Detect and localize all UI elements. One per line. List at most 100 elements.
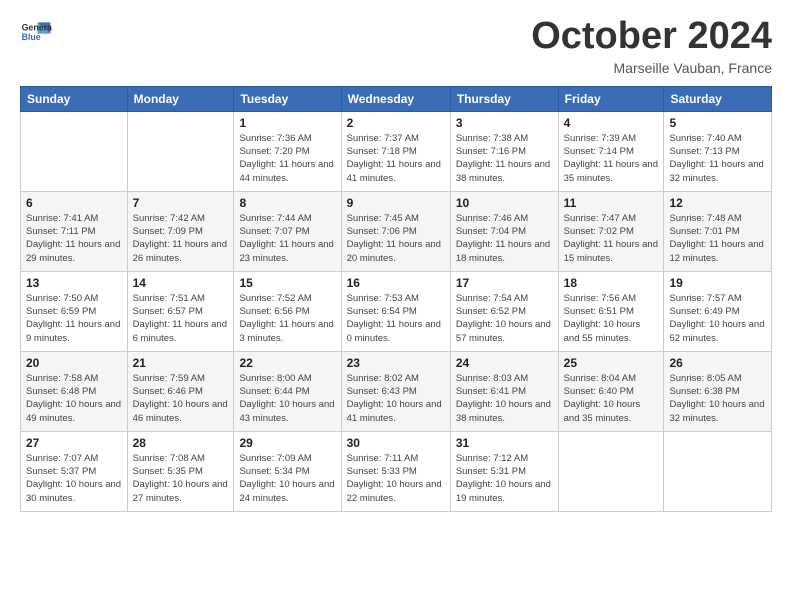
daylight: Daylight: 10 hours and 32 minutes. — [669, 399, 764, 423]
day-info: Sunrise: 7:37 AMSunset: 7:18 PMDaylight:… — [347, 132, 445, 185]
sunrise: Sunrise: 7:36 AM — [239, 133, 311, 144]
sunrise: Sunrise: 7:56 AM — [564, 293, 636, 304]
day-info: Sunrise: 7:44 AMSunset: 7:07 PMDaylight:… — [239, 212, 335, 265]
day-number: 27 — [26, 436, 122, 450]
sunset: Sunset: 7:16 PM — [456, 146, 526, 157]
cell-0-1 — [127, 111, 234, 191]
week-row-2: 13Sunrise: 7:50 AMSunset: 6:59 PMDayligh… — [21, 271, 772, 351]
day-number: 29 — [239, 436, 335, 450]
sunset: Sunset: 7:14 PM — [564, 146, 634, 157]
sunrise: Sunrise: 8:04 AM — [564, 373, 636, 384]
sunset: Sunset: 5:34 PM — [239, 466, 309, 477]
sunset: Sunset: 6:46 PM — [133, 386, 203, 397]
sunset: Sunset: 6:52 PM — [456, 306, 526, 317]
daylight: Daylight: 11 hours and 38 minutes. — [456, 159, 550, 183]
day-number: 7 — [133, 196, 229, 210]
cell-0-3: 2 Sunrise: 7:37 AMSunset: 7:18 PMDaylight… — [341, 111, 450, 191]
sunrise: Sunrise: 8:00 AM — [239, 373, 311, 384]
col-wednesday: Wednesday — [341, 86, 450, 111]
daylight: Daylight: 11 hours and 23 minutes. — [239, 239, 333, 263]
cell-2-5: 18Sunrise: 7:56 AMSunset: 6:51 PMDayligh… — [558, 271, 664, 351]
day-number: 5 — [669, 116, 766, 130]
day-number: 22 — [239, 356, 335, 370]
daylight: Daylight: 11 hours and 15 minutes. — [564, 239, 658, 263]
daylight: Daylight: 11 hours and 41 minutes. — [347, 159, 441, 183]
col-thursday: Thursday — [450, 86, 558, 111]
day-info: Sunrise: 7:41 AMSunset: 7:11 PMDaylight:… — [26, 212, 122, 265]
daylight: Daylight: 11 hours and 3 minutes. — [239, 319, 333, 343]
day-number: 28 — [133, 436, 229, 450]
cell-3-5: 25Sunrise: 8:04 AMSunset: 6:40 PMDayligh… — [558, 351, 664, 431]
sunrise: Sunrise: 8:03 AM — [456, 373, 528, 384]
sunrise: Sunrise: 7:51 AM — [133, 293, 205, 304]
sunset: Sunset: 7:06 PM — [347, 226, 417, 237]
daylight: Daylight: 11 hours and 18 minutes. — [456, 239, 550, 263]
sunset: Sunset: 7:18 PM — [347, 146, 417, 157]
daylight: Daylight: 11 hours and 29 minutes. — [26, 239, 120, 263]
day-number: 2 — [347, 116, 445, 130]
sunset: Sunset: 6:44 PM — [239, 386, 309, 397]
day-info: Sunrise: 7:47 AMSunset: 7:02 PMDaylight:… — [564, 212, 659, 265]
day-info: Sunrise: 7:53 AMSunset: 6:54 PMDaylight:… — [347, 292, 445, 345]
daylight: Daylight: 10 hours and 22 minutes. — [347, 479, 442, 503]
day-info: Sunrise: 7:52 AMSunset: 6:56 PMDaylight:… — [239, 292, 335, 345]
daylight: Daylight: 10 hours and 43 minutes. — [239, 399, 334, 423]
cell-1-6: 12Sunrise: 7:48 AMSunset: 7:01 PMDayligh… — [664, 191, 772, 271]
cell-3-3: 23Sunrise: 8:02 AMSunset: 6:43 PMDayligh… — [341, 351, 450, 431]
sunrise: Sunrise: 8:05 AM — [669, 373, 741, 384]
cell-0-6: 5Sunrise: 7:40 AMSunset: 7:13 PMDaylight… — [664, 111, 772, 191]
sunset: Sunset: 7:02 PM — [564, 226, 634, 237]
header-row: Sunday Monday Tuesday Wednesday Thursday… — [21, 86, 772, 111]
day-info: Sunrise: 7:54 AMSunset: 6:52 PMDaylight:… — [456, 292, 553, 345]
day-number: 30 — [347, 436, 445, 450]
sunset: Sunset: 6:48 PM — [26, 386, 96, 397]
day-number: 24 — [456, 356, 553, 370]
sunrise: Sunrise: 7:50 AM — [26, 293, 98, 304]
sunrise: Sunrise: 8:02 AM — [347, 373, 419, 384]
sunset: Sunset: 6:51 PM — [564, 306, 634, 317]
sunrise: Sunrise: 7:45 AM — [347, 213, 419, 224]
day-number: 21 — [133, 356, 229, 370]
sunset: Sunset: 6:41 PM — [456, 386, 526, 397]
week-row-3: 20Sunrise: 7:58 AMSunset: 6:48 PMDayligh… — [21, 351, 772, 431]
day-number: 18 — [564, 276, 659, 290]
week-row-4: 27Sunrise: 7:07 AMSunset: 5:37 PMDayligh… — [21, 431, 772, 511]
day-info: Sunrise: 7:45 AM Sunset: 7:06 PM Daylight:… — [347, 212, 445, 265]
day-info: Sunrise: 8:02 AMSunset: 6:43 PMDaylight:… — [347, 372, 445, 425]
sunset: Sunset: 6:49 PM — [669, 306, 739, 317]
col-tuesday: Tuesday — [234, 86, 341, 111]
day-number: 12 — [669, 196, 766, 210]
cell-4-5 — [558, 431, 664, 511]
daylight: Daylight: 11 hours and 20 minutes. — [347, 239, 441, 263]
cell-2-0: 13Sunrise: 7:50 AMSunset: 6:59 PMDayligh… — [21, 271, 128, 351]
sunrise: Sunrise: 7:40 AM — [669, 133, 741, 144]
col-friday: Friday — [558, 86, 664, 111]
day-number: 11 — [564, 196, 659, 210]
daylight: Daylight: 10 hours and 27 minutes. — [133, 479, 228, 503]
sunset: Sunset: 7:11 PM — [26, 226, 96, 237]
day-number: 13 — [26, 276, 122, 290]
day-info: Sunrise: 7:08 AMSunset: 5:35 PMDaylight:… — [133, 452, 229, 505]
cell-2-2: 15Sunrise: 7:52 AMSunset: 6:56 PMDayligh… — [234, 271, 341, 351]
calendar-table: Sunday Monday Tuesday Wednesday Thursday… — [20, 86, 772, 512]
daylight: Daylight: 11 hours and 26 minutes. — [133, 239, 227, 263]
day-info: Sunrise: 7:46 AM Sunset: 7:04 PM Daylight:… — [456, 212, 553, 265]
sunset: Sunset: 6:56 PM — [239, 306, 309, 317]
day-info: Sunrise: 8:04 AMSunset: 6:40 PMDaylight:… — [564, 372, 659, 425]
cell-1-0: 6 Sunrise: 7:41 AMSunset: 7:11 PMDaylight… — [21, 191, 128, 271]
day-info: Sunrise: 8:03 AMSunset: 6:41 PMDaylight:… — [456, 372, 553, 425]
daylight: Daylight: 11 hours and 44 minutes. — [239, 159, 333, 183]
sunrise: Sunrise: 7:46 AM — [456, 213, 528, 224]
title-section: October 2024 Marseille Vauban, France — [531, 16, 772, 76]
sunset: Sunset: 6:54 PM — [347, 306, 417, 317]
day-info: Sunrise: 7:56 AMSunset: 6:51 PMDaylight:… — [564, 292, 659, 345]
day-number: 8 — [239, 196, 335, 210]
day-number: 6 — [26, 196, 122, 210]
cell-2-6: 19Sunrise: 7:57 AMSunset: 6:49 PMDayligh… — [664, 271, 772, 351]
cell-1-1: 7Sunrise: 7:42 AMSunset: 7:09 PMDaylight… — [127, 191, 234, 271]
cell-3-4: 24Sunrise: 8:03 AMSunset: 6:41 PMDayligh… — [450, 351, 558, 431]
sunset: Sunset: 7:04 PM — [456, 226, 526, 237]
daylight: Daylight: 10 hours and 41 minutes. — [347, 399, 442, 423]
cell-3-2: 22 Sunrise: 8:00 AM Sunset: 6:44 PM Dayligh… — [234, 351, 341, 431]
day-info: Sunrise: 7:36 AMSunset: 7:20 PMDaylight:… — [239, 132, 335, 185]
